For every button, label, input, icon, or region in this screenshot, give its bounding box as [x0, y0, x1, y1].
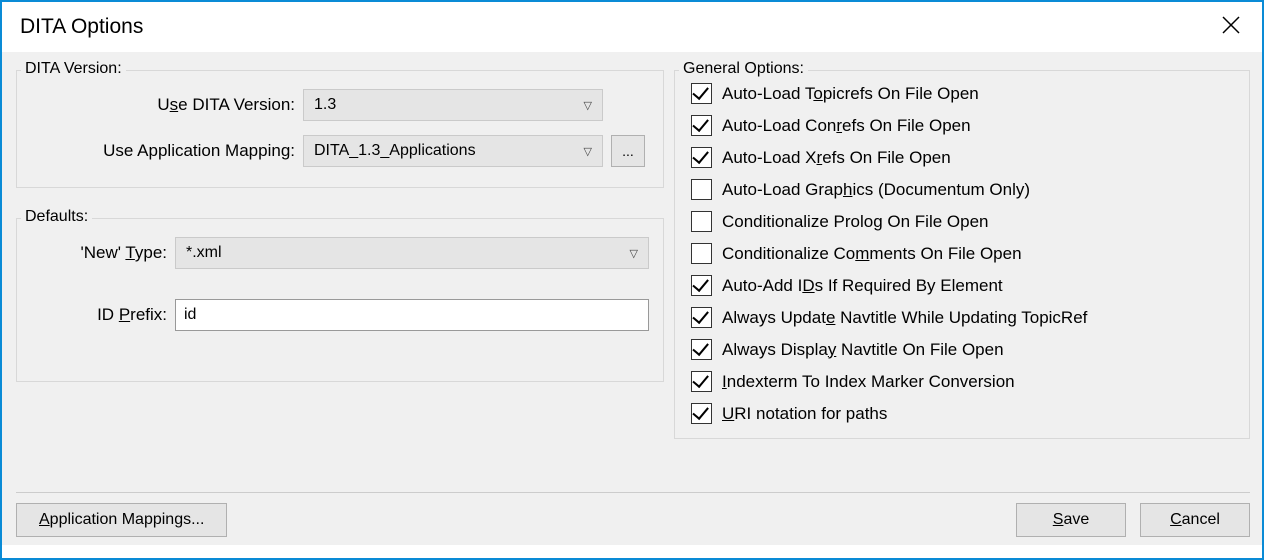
checkbox-label: Conditionalize Prolog On File Open [722, 212, 989, 232]
application-mappings-button[interactable]: Application Mappings... [16, 503, 227, 537]
new-type-value: *.xml [186, 244, 222, 262]
checkbox-label: Always Display Navtitle On File Open [722, 340, 1004, 360]
use-app-mapping-label: Use Application Mapping: [31, 141, 303, 161]
dita-version-legend: DITA Version: [21, 60, 126, 78]
use-dita-version-select[interactable]: 1.3 ▽ [303, 89, 603, 121]
general-option-3[interactable]: Auto-Load Graphics (Documentum Only) [691, 179, 1239, 200]
general-option-7[interactable]: Always Update Navtitle While Updating To… [691, 307, 1239, 328]
checkbox[interactable] [691, 371, 712, 392]
general-option-10[interactable]: URI notation for paths [691, 403, 1239, 424]
general-option-8[interactable]: Always Display Navtitle On File Open [691, 339, 1239, 360]
checkbox-label: Auto-Load Graphics (Documentum Only) [722, 180, 1030, 200]
general-option-2[interactable]: Auto-Load Xrefs On File Open [691, 147, 1239, 168]
use-app-mapping-select[interactable]: DITA_1.3_Applications ▽ [303, 135, 603, 167]
checkbox-label: Auto-Add IDs If Required By Element [722, 276, 1003, 296]
top-area: DITA Version: Use DITA Version: 1.3 ▽ Us… [16, 60, 1250, 486]
new-type-label: 'New' Type: [31, 243, 175, 263]
use-dita-version-row: Use DITA Version: 1.3 ▽ [31, 89, 649, 121]
general-options-legend: General Options: [679, 60, 808, 78]
checkbox[interactable] [691, 275, 712, 296]
checkbox-label: Conditionalize Comments On File Open [722, 244, 1022, 264]
checkbox[interactable] [691, 179, 712, 200]
general-option-4[interactable]: Conditionalize Prolog On File Open [691, 211, 1239, 232]
general-options-group: General Options: Auto-Load Topicrefs On … [674, 70, 1250, 439]
general-options-list: Auto-Load Topicrefs On File Open Auto-Loa… [691, 83, 1239, 424]
checkbox[interactable] [691, 243, 712, 264]
chevron-down-icon: ▽ [630, 247, 638, 260]
checkbox[interactable] [691, 403, 712, 424]
checkbox-label: Indexterm To Index Marker Conversion [722, 372, 1015, 392]
checkbox[interactable] [691, 115, 712, 136]
use-dita-version-label: Use DITA Version: [31, 95, 303, 115]
checkbox-label: Auto-Load Conrefs On File Open [722, 116, 971, 136]
new-type-select[interactable]: *.xml ▽ [175, 237, 649, 269]
id-prefix-row: ID Prefix: [31, 299, 649, 331]
close-button[interactable] [1214, 12, 1248, 42]
checkbox-label: URI notation for paths [722, 404, 887, 424]
general-option-6[interactable]: Auto-Add IDs If Required By Element [691, 275, 1239, 296]
chevron-down-icon: ▽ [584, 99, 592, 112]
bottom-bar: Application Mappings... Save Cancel [16, 492, 1250, 537]
use-dita-version-value: 1.3 [314, 96, 336, 114]
checkbox-label: Auto-Load Xrefs On File Open [722, 148, 951, 168]
titlebar: DITA Options [2, 2, 1262, 52]
checkbox[interactable] [691, 307, 712, 328]
checkbox[interactable] [691, 211, 712, 232]
dita-version-group: DITA Version: Use DITA Version: 1.3 ▽ Us… [16, 70, 664, 188]
checkbox-label: Auto-Load Topicrefs On File Open [722, 84, 979, 104]
right-column: General Options: Auto-Load Topicrefs On … [674, 60, 1250, 486]
checkbox[interactable] [691, 83, 712, 104]
checkbox[interactable] [691, 339, 712, 360]
id-prefix-input[interactable] [175, 299, 649, 331]
general-option-1[interactable]: Auto-Load Conrefs On File Open [691, 115, 1239, 136]
use-app-mapping-row: Use Application Mapping: DITA_1.3_Applic… [31, 135, 649, 167]
dialog-title: DITA Options [20, 15, 143, 39]
use-app-mapping-value: DITA_1.3_Applications [314, 142, 476, 160]
defaults-legend: Defaults: [21, 208, 92, 226]
checkbox-label: Always Update Navtitle While Updating To… [722, 308, 1087, 328]
close-icon [1222, 16, 1240, 34]
cancel-button[interactable]: Cancel [1140, 503, 1250, 537]
dita-options-dialog: DITA Options DITA Version: Use DITA Vers… [0, 0, 1264, 560]
checkbox[interactable] [691, 147, 712, 168]
save-button[interactable]: Save [1016, 503, 1126, 537]
chevron-down-icon: ▽ [584, 145, 592, 158]
left-column: DITA Version: Use DITA Version: 1.3 ▽ Us… [16, 60, 664, 486]
button-group: Save Cancel [1016, 503, 1250, 537]
general-option-9[interactable]: Indexterm To Index Marker Conversion [691, 371, 1239, 392]
browse-mapping-button[interactable]: ... [611, 135, 645, 167]
general-option-0[interactable]: Auto-Load Topicrefs On File Open [691, 83, 1239, 104]
general-option-5[interactable]: Conditionalize Comments On File Open [691, 243, 1239, 264]
dialog-content: DITA Version: Use DITA Version: 1.3 ▽ Us… [2, 52, 1262, 545]
new-type-row: 'New' Type: *.xml ▽ [31, 237, 649, 269]
id-prefix-label: ID Prefix: [31, 305, 175, 325]
defaults-group: Defaults: 'New' Type: *.xml ▽ ID Prefix: [16, 218, 664, 382]
